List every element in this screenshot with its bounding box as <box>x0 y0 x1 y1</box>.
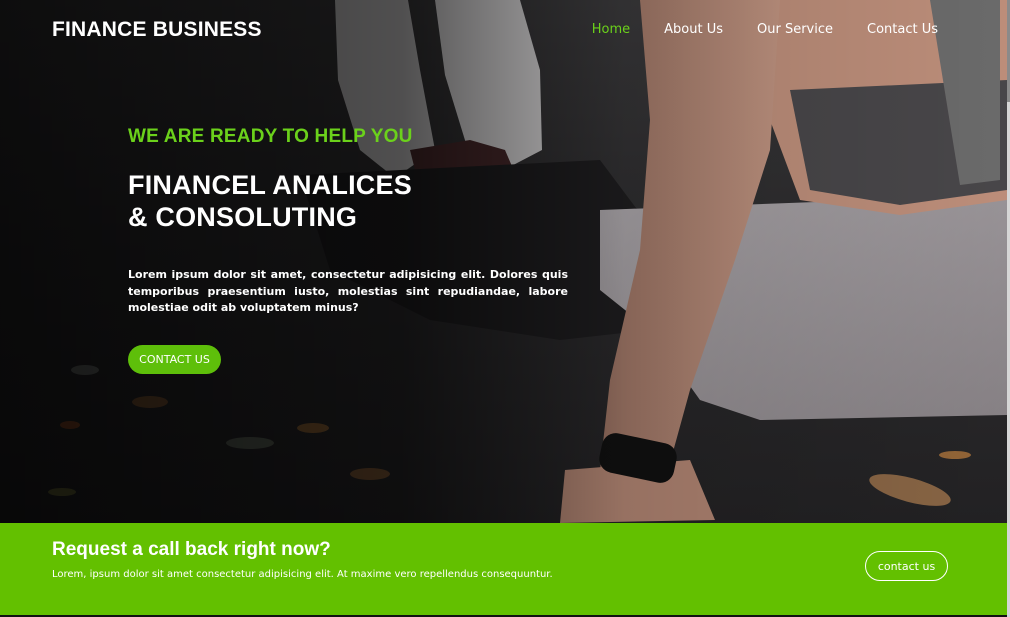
callback-banner: Request a call back right now? Lorem, ip… <box>0 523 1007 615</box>
hero-lead-text: Lorem ipsum dolor sit amet, consectetur … <box>128 268 568 314</box>
hero-content: WE ARE READY TO HELP YOU FINANCEL ANALIC… <box>128 126 568 374</box>
hero-headline-line-2: & CONSOLUTING <box>128 202 358 232</box>
top-navbar: FINANCE BUSINESS Home About Us Our Servi… <box>0 0 1007 60</box>
callback-text: Lorem, ipsum dolor sit amet consectetur … <box>52 569 553 580</box>
hero-kicker: WE ARE READY TO HELP YOU <box>128 126 413 147</box>
hero-headline-line-1: FINANCEL ANALICES <box>128 170 412 200</box>
callback-title: Request a call back right now? <box>52 539 331 560</box>
main-nav: Home About Us Our Service Contact Us <box>558 22 938 37</box>
nav-item-contact-us[interactable]: Contact Us <box>867 22 938 37</box>
contact-us-button[interactable]: CONTACT US <box>128 345 221 374</box>
brand-logo[interactable]: FINANCE BUSINESS <box>52 18 262 42</box>
hero-headline: FINANCEL ANALICES & CONSOLUTING <box>128 169 568 233</box>
callback-contact-button[interactable]: contact us <box>865 551 948 581</box>
nav-item-our-service[interactable]: Our Service <box>757 22 833 37</box>
hero-section: FINANCE BUSINESS Home About Us Our Servi… <box>0 0 1007 523</box>
nav-item-home[interactable]: Home <box>592 22 630 37</box>
nav-item-about-us[interactable]: About Us <box>664 22 723 37</box>
